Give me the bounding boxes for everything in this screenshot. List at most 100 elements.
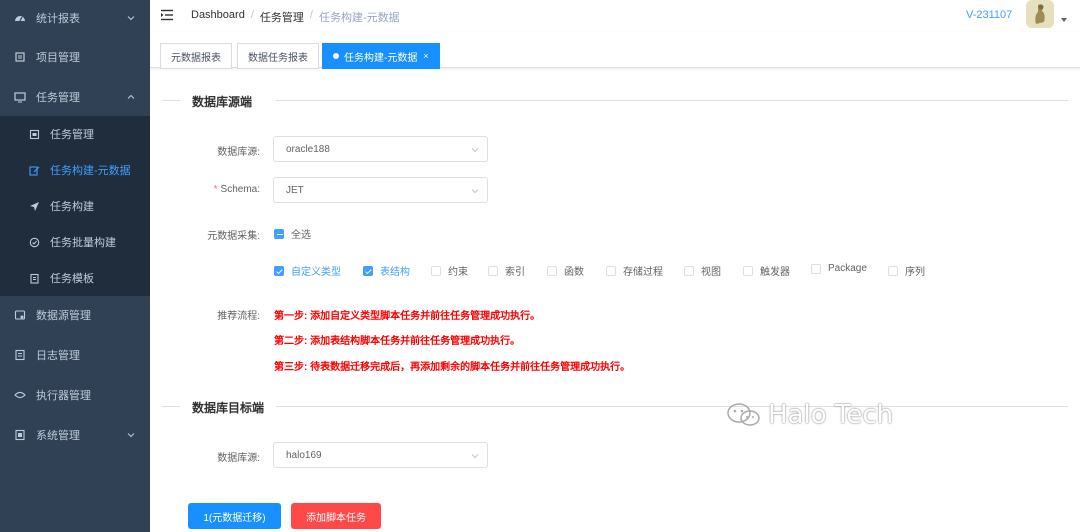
watermark: Halo Tech [726,400,893,430]
breadcrumb-separator: / [309,9,313,21]
checkbox-label: 约束 [448,267,468,278]
sidebar-item-projects[interactable]: 项目管理 [0,37,150,77]
schema-value: JET [286,185,304,196]
checkbox-view[interactable]: 视图 [684,263,721,278]
checkbox-procedure[interactable]: 存储过程 [606,263,663,278]
checkbox-box [811,263,821,274]
step-3-text: 第三步: 待表数据迁移完成后，再添加剩余的脚本任务并前往任务管理成功执行。 [274,362,631,373]
tag-data-task-report[interactable]: 数据任务报表 [237,43,319,69]
breadcrumb-tasks[interactable]: 任务管理 [260,9,304,25]
sidebar-subitem-label: 任务管理 [50,129,94,141]
sidebar-subitem-task-build-metadata[interactable]: 任务构建-元数据 [0,152,150,188]
sidebar-item-label: 统计报表 [36,13,80,25]
checkbox-label: 自定义类型 [291,267,341,278]
tags-view: 元数据报表 数据任务报表 任务构建-元数据 × [150,32,1080,69]
sidebar-subitem-label: 任务构建 [50,201,94,213]
schema-label: * Schema: [150,184,260,195]
source-section-title: 数据库源端 [192,95,253,109]
close-icon[interactable]: × [423,51,428,61]
checkbox-box [274,228,284,239]
batch-icon [28,236,40,248]
chevron-down-icon [127,14,135,22]
collect-label: 元数据采集: [207,231,260,242]
add-script-task-button[interactable]: 添加脚本任务 [291,503,381,529]
avatar[interactable] [1026,0,1054,28]
dashboard-icon [14,12,26,24]
breadcrumb: Dashboard / 任务管理 / 任务构建-元数据 [191,9,400,25]
checkbox-package[interactable]: Package [811,263,867,274]
sidebar-item-datasource[interactable]: 数据源管理 [0,295,150,335]
sidebar-item-system[interactable]: 系统管理 [0,415,150,455]
watermark-text: Halo Tech [768,400,894,430]
sidebar-item-label: 任务管理 [36,92,80,104]
breadcrumb-current: 任务构建-元数据 [318,12,400,24]
divider [162,406,180,407]
sidebar-item-stats[interactable]: 统计报表 [0,0,150,38]
required-mark: * [213,184,218,195]
sidebar-item-tasks[interactable]: 任务管理 [0,77,150,117]
sidebar-item-label: 项目管理 [36,52,80,64]
source-db-select[interactable]: oracle188 [273,136,488,162]
sidebar-subitem-label: 任务批量构建 [50,237,116,249]
sidebar-item-label: 数据源管理 [36,310,91,322]
tag-task-build-metadata[interactable]: 任务构建-元数据 × [322,43,440,69]
target-db-select[interactable]: halo169 [273,442,488,468]
checkbox-label: 触发器 [760,267,790,278]
checkbox-function[interactable]: 函数 [547,263,584,278]
caret-down-icon[interactable] [1061,18,1067,22]
database-icon [14,309,26,321]
sidebar-subitem-template[interactable]: 任务模板 [0,260,150,296]
metadata-migrate-button[interactable]: 1(元数据迁移) [188,503,281,529]
step-2-text: 第二步: 添加表结构脚本任务并前往任务管理成功执行。 [274,336,521,347]
checkbox-box [431,265,441,276]
select-all-checkbox[interactable]: 全选 [274,226,311,241]
checkbox-label: 函数 [564,267,584,278]
schema-select[interactable]: JET [273,177,488,203]
active-dot-icon [333,53,339,59]
tag-label: 数据任务报表 [248,52,308,64]
sidebar-subitem-label: 任务模板 [50,273,94,285]
checkbox-box [488,265,498,276]
chevron-down-icon [471,187,479,195]
chevron-up-icon [127,93,135,101]
sidebar-subitem-batch-build[interactable]: 任务批量构建 [0,224,150,260]
checkbox-table-structure[interactable]: 表结构 [363,263,410,278]
checkbox-label: 表结构 [380,267,410,278]
checkbox-index[interactable]: 索引 [488,263,525,278]
target-db-value: halo169 [286,450,322,461]
main-content: 数据库源端 数据库源: oracle188 * Schema: JET 元数据采集… [150,69,1080,532]
target-section-title: 数据库目标端 [192,401,265,415]
source-db-value: oracle188 [286,144,330,155]
task-icon [28,128,40,140]
checkbox-box [684,265,694,276]
checkbox-label: 序列 [905,267,925,278]
sidebar-subitem-task-manage[interactable]: 任务管理 [0,116,150,152]
sidebar-item-label: 日志管理 [36,350,80,362]
checkbox-custom-type[interactable]: 自定义类型 [274,263,341,278]
sidebar: 统计报表 项目管理 任务管理 任务管理 任务构建-元数据 任务构建 任务批量构建 [0,0,150,532]
version-label: V-231107 [966,9,1013,21]
checkbox-constraint[interactable]: 约束 [431,263,468,278]
target-db-label: 数据库源: [217,453,260,464]
sidebar-item-label: 执行器管理 [36,390,91,402]
step-1-text: 第一步: 添加自定义类型脚本任务并前往任务管理成功执行。 [274,311,541,322]
sidebar-subitem-label: 任务构建-元数据 [50,165,131,177]
checkbox-box [363,265,373,276]
checkbox-sequence[interactable]: 序列 [888,263,925,278]
task-submenu: 任务管理 任务构建-元数据 任务构建 任务批量构建 任务模板 [0,116,150,296]
checkbox-label: 视图 [701,267,721,278]
sidebar-item-executors[interactable]: 执行器管理 [0,375,150,415]
checkbox-label: 索引 [505,267,525,278]
flow-label: 推荐流程: [217,311,260,322]
breadcrumb-separator: / [250,9,254,21]
checkbox-trigger[interactable]: 触发器 [743,263,790,278]
breadcrumb-dashboard[interactable]: Dashboard [191,9,245,25]
wechat-icon [726,402,762,428]
executor-icon [14,389,26,401]
sidebar-item-logs[interactable]: 日志管理 [0,335,150,375]
checkbox-box [606,265,616,276]
sidebar-subitem-task-build[interactable]: 任务构建 [0,188,150,224]
chevron-down-icon [471,146,479,154]
tag-metadata-report[interactable]: 元数据报表 [160,43,232,69]
hamburger-icon[interactable] [160,8,174,22]
